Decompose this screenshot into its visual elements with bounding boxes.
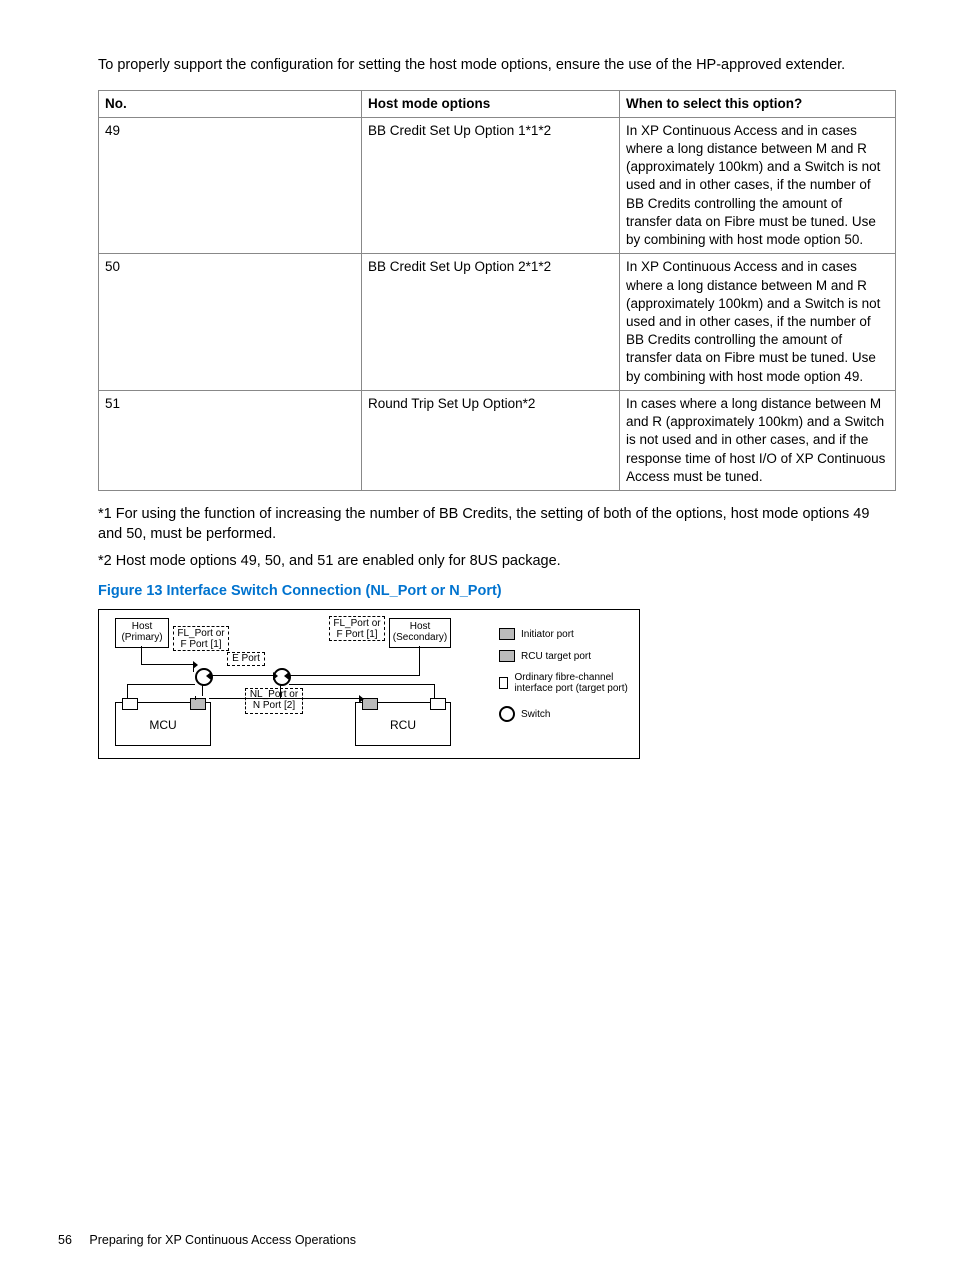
connector-line: [209, 698, 359, 699]
legend-square-icon: [499, 650, 515, 662]
cell-no: 51: [99, 390, 362, 490]
port-icon: [122, 698, 138, 710]
legend-initiator: Initiator port: [499, 628, 574, 640]
legend-text: Ordinary fibre-channel interface port (t…: [514, 672, 629, 694]
host-primary-box: Host (Primary): [115, 618, 169, 648]
cell-option: Round Trip Set Up Option*2: [362, 390, 620, 490]
fl-port-left-label: FL_Port or F Port [1]: [173, 626, 229, 651]
page-footer: 56 Preparing for XP Continuous Access Op…: [58, 1232, 356, 1249]
connector-line: [193, 664, 194, 672]
header-options: Host mode options: [362, 90, 620, 117]
table-row: 50 BB Credit Set Up Option 2*1*2 In XP C…: [99, 254, 896, 391]
connector-line: [280, 684, 281, 698]
port-icon: [362, 698, 378, 710]
footnote-2: *2 Host mode options 49, 50, and 51 are …: [98, 552, 896, 572]
nl-port-label: NL_Port or N Port [2]: [245, 688, 303, 714]
connector-line: [202, 684, 203, 696]
connector-line: [434, 684, 435, 698]
rcu-label: RCU: [356, 719, 450, 732]
rcu-box: RCU: [355, 702, 451, 746]
legend-text: Initiator port: [521, 629, 574, 640]
legend-text: RCU target port: [521, 651, 591, 662]
connector-line: [127, 684, 195, 685]
cell-no: 50: [99, 254, 362, 391]
connector-line: [127, 684, 128, 698]
mcu-box: MCU: [115, 702, 211, 746]
intro-paragraph: To properly support the configuration fo…: [98, 56, 896, 76]
cell-when: In XP Continuous Access and in cases whe…: [620, 254, 896, 391]
connector-line: [289, 684, 434, 685]
table-row: 51 Round Trip Set Up Option*2 In cases w…: [99, 390, 896, 490]
header-when: When to select this option?: [620, 90, 896, 117]
legend-rcu-target: RCU target port: [499, 650, 591, 662]
connector-line: [419, 646, 420, 676]
connector-line: [195, 696, 196, 700]
legend-switch: Switch: [499, 706, 550, 722]
port-icon: [430, 698, 446, 710]
connector-line: [141, 664, 193, 665]
legend-text: Switch: [521, 709, 550, 720]
footer-title: Preparing for XP Continuous Access Opera…: [89, 1233, 356, 1247]
cell-option: BB Credit Set Up Option 2*1*2: [362, 254, 620, 391]
table-row: 49 BB Credit Set Up Option 1*1*2 In XP C…: [99, 117, 896, 254]
host-mode-options-table: No. Host mode options When to select thi…: [98, 90, 896, 491]
interface-switch-diagram: Host (Primary) FL_Port or F Port [1] FL_…: [98, 609, 640, 759]
cell-when: In XP Continuous Access and in cases whe…: [620, 117, 896, 254]
port-icon: [190, 698, 206, 710]
legend-square-icon: [499, 677, 508, 689]
connector-line: [211, 675, 273, 676]
connector-line: [289, 675, 419, 676]
page-number: 56: [58, 1233, 72, 1247]
footnote-1: *1 For using the function of increasing …: [98, 505, 896, 544]
cell-when: In cases where a long distance between M…: [620, 390, 896, 490]
legend-circle-icon: [499, 706, 515, 722]
legend-square-icon: [499, 628, 515, 640]
mcu-label: MCU: [116, 719, 210, 732]
table-header-row: No. Host mode options When to select thi…: [99, 90, 896, 117]
cell-no: 49: [99, 117, 362, 254]
fl-port-right-label: FL_Port or F Port [1]: [329, 616, 385, 641]
connector-line: [141, 646, 142, 664]
legend-ordinary: Ordinary fibre-channel interface port (t…: [499, 672, 629, 694]
host-secondary-box: Host (Secondary): [389, 618, 451, 648]
header-no: No.: [99, 90, 362, 117]
figure-caption: Figure 13 Interface Switch Connection (N…: [98, 582, 896, 602]
e-port-label: E Port: [227, 652, 265, 666]
cell-option: BB Credit Set Up Option 1*1*2: [362, 117, 620, 254]
